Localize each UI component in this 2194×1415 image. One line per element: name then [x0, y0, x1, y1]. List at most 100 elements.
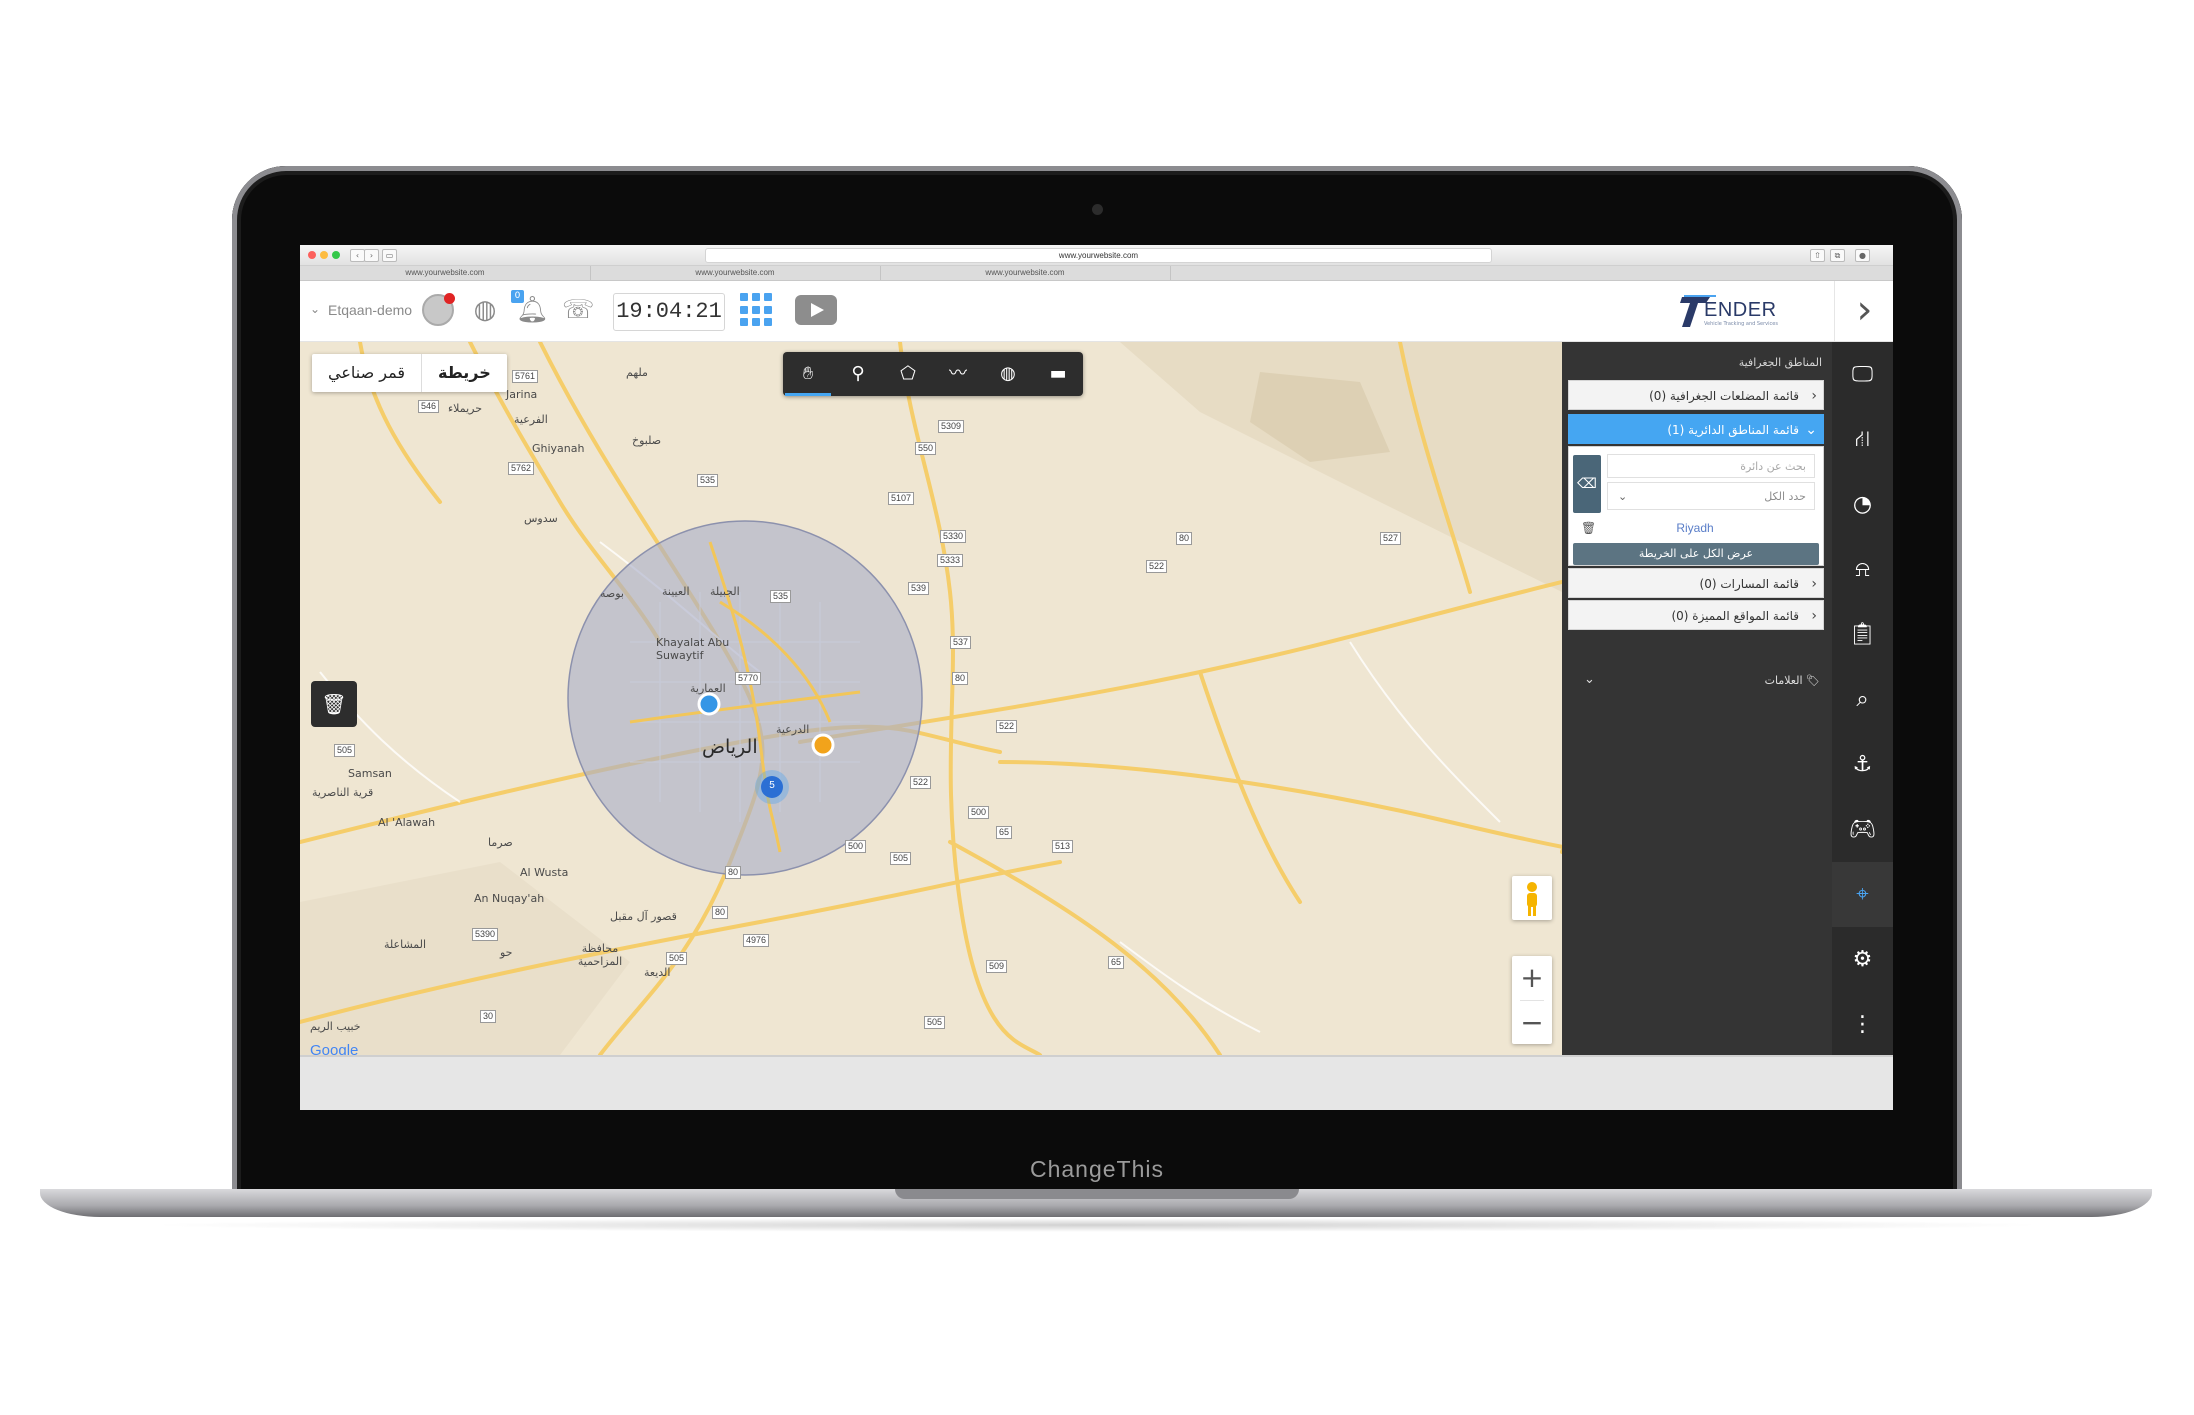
- zoom-in-button[interactable]: +: [1512, 956, 1552, 1000]
- geofence-location-icon[interactable]: ⌖: [1832, 862, 1893, 927]
- circles-list-label: قائمة المناطق الدائرية (1): [1667, 423, 1799, 437]
- road-number: 513: [1052, 840, 1074, 853]
- place-label: المشاعلة: [384, 938, 427, 951]
- map-view[interactable]: 5 الرياض ملهم Jarina حريملاء الفرعية Ghi…: [300, 342, 1562, 1055]
- city-label: الرياض: [702, 736, 758, 758]
- minimize-window-icon[interactable]: [320, 251, 328, 259]
- support-icon[interactable]: ☏: [562, 295, 595, 325]
- street-view-pegman-icon[interactable]: [1512, 876, 1552, 920]
- polygon-draw-icon[interactable]: ⬠: [883, 352, 933, 396]
- divider: [420, 354, 422, 392]
- chevron-down-icon[interactable]: ⌄: [1584, 672, 1595, 687]
- routes-list-header[interactable]: ‹ قائمة المسارات (0): [1568, 568, 1824, 598]
- road-number: 522: [996, 720, 1018, 733]
- more-vertical-icon[interactable]: ⋮: [1832, 992, 1893, 1057]
- eraser-icon[interactable]: ⌫: [1573, 455, 1601, 513]
- camera: [1092, 204, 1103, 215]
- map-monitor-icon[interactable]: 🖵︎: [1832, 342, 1893, 407]
- chevron-left-icon: ‹: [1811, 576, 1817, 592]
- road-number: 5330: [940, 530, 967, 543]
- road-number: 5333: [937, 554, 964, 567]
- tabs-icon[interactable]: ⧉: [1830, 249, 1845, 262]
- show-all-on-map-button[interactable]: عرض الكل على الخريطة: [1573, 543, 1819, 565]
- trash-icon[interactable]: 🗑︎: [311, 681, 357, 727]
- browser-tab[interactable]: www.yourwebsite.com: [880, 266, 1171, 280]
- extension-icon[interactable]: ●: [1855, 249, 1870, 262]
- status-strip: [300, 1055, 1893, 1110]
- road-number: 5390: [472, 928, 499, 941]
- road-number: 505: [890, 852, 912, 865]
- zoom-out-button[interactable]: −: [1512, 1001, 1552, 1045]
- browser-toolbar: ‹ › ▭ www.yourwebsite.com ⇧ ⧉ ●: [300, 245, 1893, 266]
- place-label: Jarina: [506, 388, 538, 401]
- dashboard-gauge-icon[interactable]: ◔: [1832, 472, 1893, 537]
- circles-list-body: ⌫ بحث عن دائرة حدد الكل ⌄ Riyadh 🗑︎ عرض …: [1568, 446, 1824, 566]
- road-number: 5107: [888, 492, 915, 505]
- trash-icon[interactable]: 🗑︎: [1581, 521, 1596, 535]
- map-type-toggle: خريطة قمر صناعي: [312, 354, 507, 392]
- markers-label: العلامات: [1764, 674, 1803, 687]
- zone-name[interactable]: Riyadh: [1575, 521, 1815, 535]
- road-number: 522: [1146, 560, 1168, 573]
- vehicle-marker-blue[interactable]: [697, 692, 721, 716]
- browser-tab[interactable]: www.yourwebsite.com: [300, 266, 591, 280]
- chevron-left-icon: ‹: [1811, 388, 1817, 404]
- vehicle-marker-orange[interactable]: [811, 733, 835, 757]
- map-type-map[interactable]: خريطة: [422, 354, 507, 392]
- markers-section[interactable]: 🏷︎ العلامات: [1765, 674, 1820, 687]
- polyline-draw-icon[interactable]: 〰: [933, 352, 983, 396]
- maximize-window-icon[interactable]: [332, 251, 340, 259]
- status-dot: [444, 293, 455, 304]
- geofence-circle[interactable]: [567, 520, 923, 876]
- map-type-satellite[interactable]: قمر صناعي: [312, 354, 421, 392]
- close-window-icon[interactable]: [308, 251, 316, 259]
- place-label: حو: [500, 946, 513, 959]
- place-label: العيينة: [662, 585, 690, 598]
- place-label: العمارية: [690, 682, 726, 695]
- featured-locations-header[interactable]: ‹ قائمة المواقع المميزة (0): [1568, 600, 1824, 630]
- place-label: Al Wusta: [520, 866, 569, 879]
- clipboard-report-icon[interactable]: 📋︎: [1832, 602, 1893, 667]
- pan-hand-icon[interactable]: ✋︎: [783, 352, 833, 396]
- zoom-control: + −: [1512, 956, 1552, 1044]
- address-bar[interactable]: www.yourwebsite.com: [705, 248, 1492, 263]
- logo-tagline: Vehicle Tracking and Services: [1704, 321, 1778, 327]
- polygons-list-header[interactable]: ‹ قائمة المضلعات الجغرافية (0): [1568, 380, 1824, 410]
- forward-icon[interactable]: ›: [364, 249, 379, 262]
- anchor-icon[interactable]: ⚓︎: [1832, 732, 1893, 797]
- road-number: 65: [996, 826, 1013, 839]
- rectangle-draw-icon[interactable]: ▬: [1033, 352, 1083, 396]
- settings-gears-icon[interactable]: ⚙︎: [1832, 927, 1893, 992]
- globe-icon[interactable]: ◍: [470, 295, 500, 325]
- play-button[interactable]: [795, 295, 837, 325]
- place-label: Samsan: [348, 767, 392, 780]
- road-number: 539: [908, 582, 930, 595]
- chevron-right-icon[interactable]: ›: [1834, 281, 1893, 341]
- select-all-dropdown[interactable]: حدد الكل ⌄: [1607, 482, 1815, 510]
- sidebar-toggle-icon[interactable]: ▭: [382, 249, 397, 262]
- circle-draw-icon[interactable]: ◍: [983, 352, 1033, 396]
- back-icon[interactable]: ‹: [350, 249, 365, 262]
- laptop-brand-label: ChangeThis: [1029, 1156, 1165, 1182]
- browser-tab[interactable]: www.yourwebsite.com: [590, 266, 881, 280]
- share-icon[interactable]: ⇧: [1810, 249, 1825, 262]
- apps-grid-icon[interactable]: [740, 293, 774, 327]
- road-number: 80: [725, 866, 742, 879]
- logo-text: ENDER: [1704, 299, 1777, 321]
- place-label: الدرعية: [776, 723, 810, 736]
- google-logo: Google: [310, 1042, 359, 1055]
- search-icon[interactable]: ⌕: [1832, 667, 1893, 732]
- circle-search-input[interactable]: بحث عن دائرة: [1607, 454, 1815, 478]
- gamepad-icon[interactable]: 🎮︎: [1832, 797, 1893, 862]
- place-label: سدوس: [524, 512, 558, 525]
- panel-title: المناطق الجغرافية: [1738, 356, 1822, 369]
- alarm-icon[interactable]: ⍾: [1832, 537, 1893, 602]
- list-item[interactable]: Riyadh 🗑︎: [1575, 519, 1815, 539]
- select-all-label: حدد الكل: [1764, 490, 1806, 503]
- circles-list-header[interactable]: ⌄ قائمة المناطق الدائرية (1): [1568, 414, 1824, 444]
- road-number: 4976: [743, 934, 770, 947]
- route-icon[interactable]: ⛙: [1832, 407, 1893, 472]
- chevron-down-icon[interactable]: ⌄: [310, 302, 320, 316]
- user-name[interactable]: Etqaan-demo: [328, 302, 412, 318]
- place-marker-icon[interactable]: ⚲: [833, 352, 883, 396]
